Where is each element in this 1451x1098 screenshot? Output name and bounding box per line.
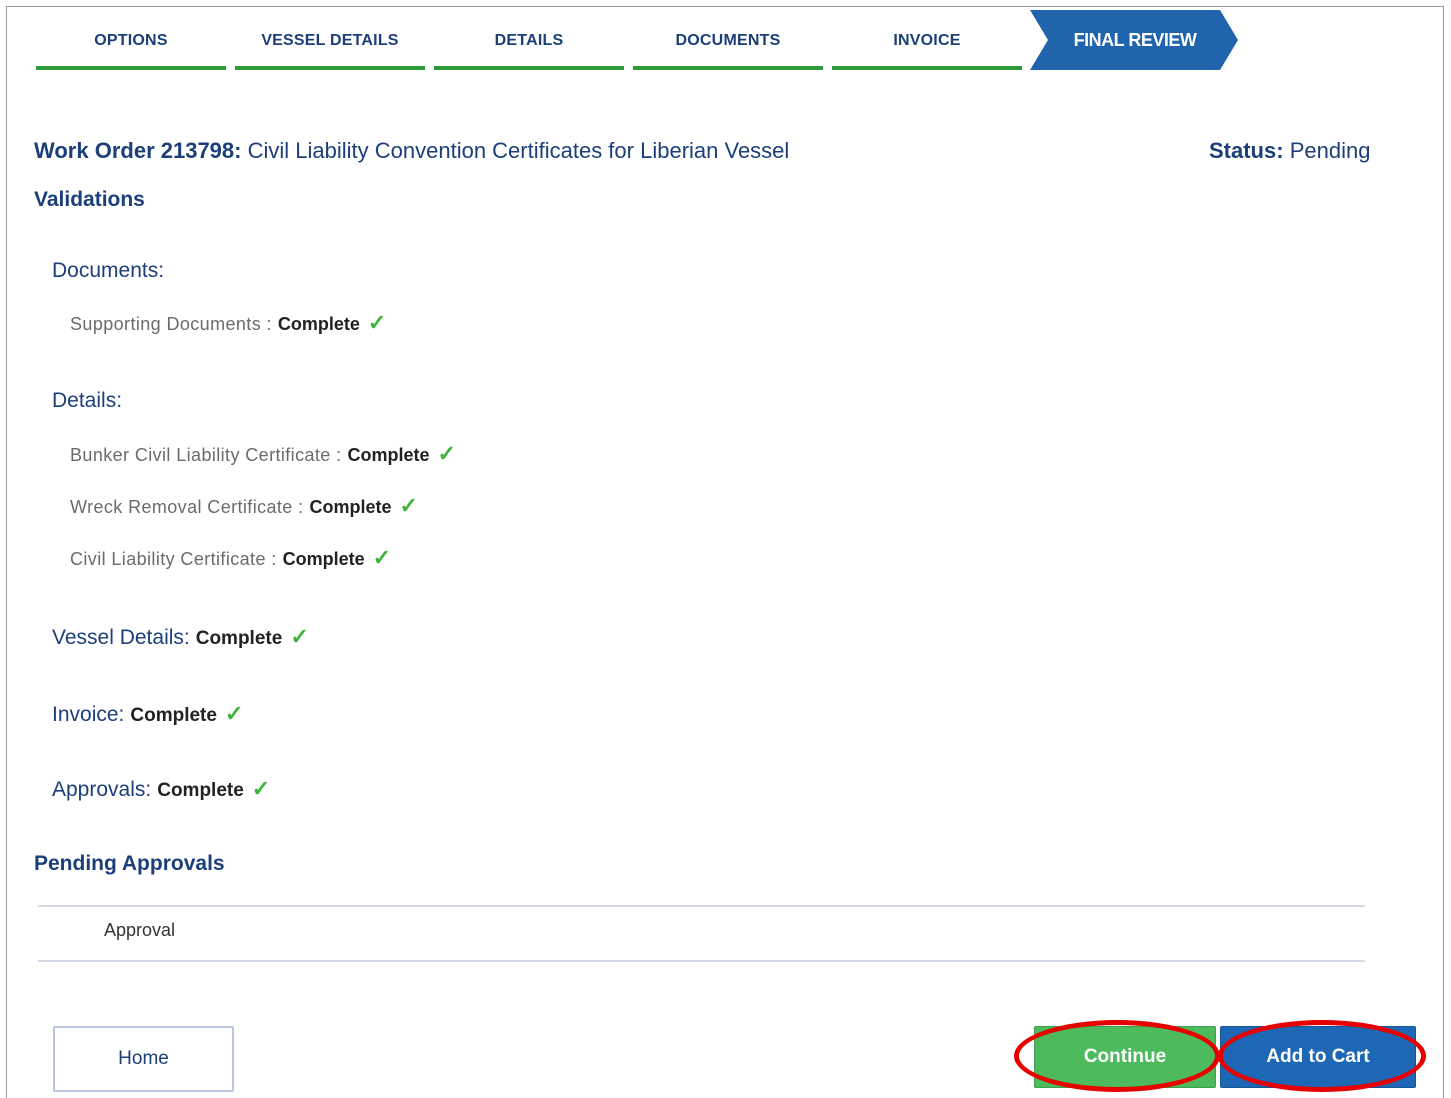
checkmark-icon: ✓ xyxy=(437,441,457,466)
validation-item-wreck-removal-certificate: Wreck Removal Certificate : Complete ✓ xyxy=(70,493,418,519)
vessel-details-validation: Vessel Details: Complete ✓ xyxy=(52,624,309,650)
documents-group-label: Documents: xyxy=(52,259,165,282)
step-complete-bar xyxy=(235,66,425,70)
home-button[interactable]: Home xyxy=(53,1026,234,1092)
details-group-label: Details: xyxy=(52,389,123,412)
step-vessel-details[interactable]: VESSEL DETAILS xyxy=(235,12,425,70)
approvals-value: Complete xyxy=(157,780,244,801)
step-final-review-label: FINAL REVIEW xyxy=(1073,29,1197,50)
invoice-validation: Invoice: Complete ✓ xyxy=(52,701,243,727)
invoice-value: Complete xyxy=(130,705,217,726)
step-complete-bar xyxy=(434,66,624,70)
step-invoice[interactable]: INVOICE xyxy=(832,12,1022,70)
checkmark-icon: ✓ xyxy=(251,776,271,801)
validation-item-supporting-documents: Supporting Documents : Complete ✓ xyxy=(70,310,387,336)
validation-item-label: Bunker Civil Liability Certificate : xyxy=(70,445,342,465)
approvals-validation: Approvals: Complete ✓ xyxy=(52,776,270,802)
work-order-name: Civil Liability Convention Certificates … xyxy=(247,138,790,163)
table-bottom-border xyxy=(38,960,1365,962)
validation-item-bunker-certificate: Bunker Civil Liability Certificate : Comp… xyxy=(70,441,456,467)
validation-item-value: Complete xyxy=(277,314,360,334)
status-value: Pending xyxy=(1289,138,1371,163)
approvals-label: Approvals: xyxy=(52,778,152,801)
step-complete-bar xyxy=(36,66,226,70)
validation-item-label: Supporting Documents : xyxy=(70,314,272,334)
approval-column-header: Approval xyxy=(104,920,176,940)
checkmark-icon: ✓ xyxy=(290,624,309,649)
add-to-cart-button[interactable]: Add to Cart xyxy=(1220,1026,1416,1088)
step-documents-label: DOCUMENTS xyxy=(675,32,781,49)
checkmark-icon: ✓ xyxy=(372,545,392,570)
table-top-border xyxy=(38,905,1365,907)
validations-heading: Validations xyxy=(34,188,145,211)
step-options-label: OPTIONS xyxy=(94,32,168,49)
validation-item-label: Wreck Removal Certificate : xyxy=(70,497,304,517)
validation-item-civil-liability-certificate: Civil Liability Certificate : Complete ✓ xyxy=(70,545,392,571)
vessel-details-value: Complete xyxy=(195,628,283,649)
work-order-label: Work Order 213798: xyxy=(34,138,242,163)
checkmark-icon: ✓ xyxy=(399,493,419,518)
step-options[interactable]: OPTIONS xyxy=(36,12,226,70)
step-documents[interactable]: DOCUMENTS xyxy=(633,12,823,70)
validation-item-label: Civil Liability Certificate : xyxy=(70,549,277,569)
step-complete-bar xyxy=(633,66,823,70)
step-complete-bar xyxy=(832,66,1022,70)
work-order-title: Work Order 213798: Civil Liability Conve… xyxy=(34,138,789,164)
step-final-review[interactable]: FINAL REVIEW xyxy=(1030,10,1240,70)
status-label: Status: xyxy=(1209,138,1284,163)
step-details[interactable]: DETAILS xyxy=(434,12,624,70)
continue-button[interactable]: Continue xyxy=(1034,1026,1216,1088)
vessel-details-label: Vessel Details: xyxy=(52,626,190,649)
pending-approvals-heading: Pending Approvals xyxy=(34,852,225,875)
invoice-label: Invoice: xyxy=(52,703,125,726)
validation-item-value: Complete xyxy=(282,549,365,569)
checkmark-icon: ✓ xyxy=(224,701,244,726)
validation-item-value: Complete xyxy=(309,497,392,517)
status-indicator: Status: Pending xyxy=(1209,138,1370,164)
checkmark-icon: ✓ xyxy=(367,310,387,335)
step-details-label: DETAILS xyxy=(494,32,564,49)
step-vessel-details-label: VESSEL DETAILS xyxy=(261,32,399,49)
validation-item-value: Complete xyxy=(347,445,430,465)
step-invoice-label: INVOICE xyxy=(893,32,961,49)
